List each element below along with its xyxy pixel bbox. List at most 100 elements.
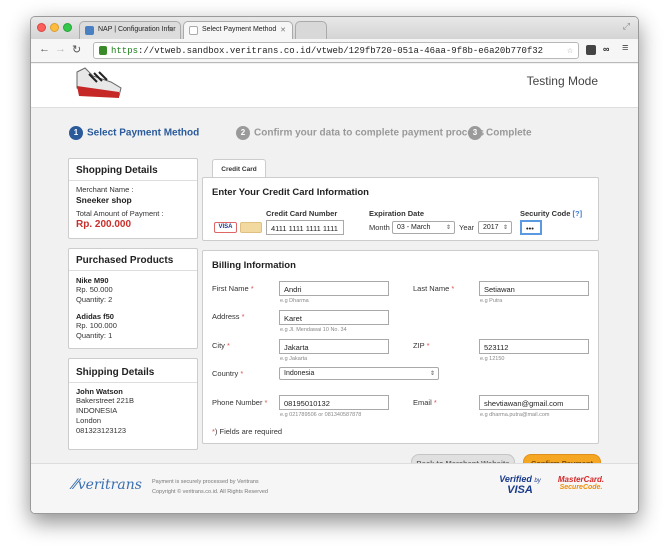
city-text: City [212, 341, 225, 350]
divider [69, 270, 197, 271]
checkout-steps: 1 Select Payment Method 2 Confirm your dat… [69, 126, 609, 144]
product-price: Rp. 50.000 [76, 285, 113, 294]
glasses-extension-icon[interactable]: ∞ [603, 44, 609, 54]
veritrans-brand-text: veritrans [77, 477, 142, 493]
purchased-products-title: Purchased Products [76, 255, 174, 266]
merchant-name-label: Merchant Name : [76, 185, 134, 194]
product-price: Rp. 100.000 [76, 321, 117, 330]
close-tab-icon[interactable]: ✕ [168, 26, 174, 34]
year-value: 2017 [483, 224, 499, 231]
menu-icon[interactable]: ≡ [622, 42, 628, 54]
close-window-button[interactable] [37, 23, 46, 32]
tab-label: Select Payment Method [202, 26, 277, 33]
last-name-hint: e.g Putra [480, 298, 503, 304]
first-name-input[interactable]: Andri [279, 281, 389, 296]
product-quantity: Quantity: 1 [76, 331, 113, 340]
back-arrow-icon[interactable]: ← [39, 43, 50, 55]
city-input[interactable]: Jakarta [279, 339, 389, 354]
shopping-details-title: Shopping Details [76, 165, 158, 176]
country-value: Indonesia [284, 370, 315, 377]
required-star: * [433, 398, 437, 407]
close-tab-icon[interactable]: ✕ [280, 26, 286, 34]
tab-nap-config[interactable]: NAP | Configuration Infor ✕ [79, 21, 181, 39]
forward-arrow-icon[interactable]: → [55, 43, 66, 55]
visa-card-icon: VISA [214, 222, 237, 233]
step-label: Complete [486, 127, 532, 139]
zoom-window-button[interactable] [63, 23, 72, 32]
last-name-text: Last Name [413, 284, 450, 293]
verified-by-visa-logo: Verified by VISA [494, 474, 546, 496]
reload-icon[interactable]: ↻ [72, 43, 81, 56]
recipient-phone: 081323123123 [76, 426, 127, 435]
divider [69, 382, 197, 383]
phone-label: Phone Number * [212, 398, 267, 407]
testing-mode-label: Testing Mode [526, 74, 598, 88]
required-star: * [264, 398, 268, 407]
zip-hint: e.g 12150 [480, 356, 505, 362]
page-header: Testing Mode [31, 64, 638, 108]
first-name-label: First Name * [212, 284, 254, 293]
required-star: * [227, 341, 230, 350]
minimize-window-button[interactable] [50, 23, 59, 32]
url-bar[interactable]: https://vtweb.sandbox.veritrans.co.id/vt… [93, 42, 579, 59]
footer-secure-text: Payment is securely processed by Veritra… [152, 479, 259, 485]
address-label: Address * [212, 312, 245, 321]
page-footer: ⁄⁄veritrans Payment is securely processe… [31, 463, 638, 513]
vbv-top-text: Verified by [499, 474, 541, 484]
zip-input[interactable]: 523112 [479, 339, 589, 354]
shoe-logo-icon [76, 67, 122, 98]
mc-bottom-text: SecureCode. [559, 484, 603, 491]
last-name-label: Last Name * [413, 284, 454, 293]
email-input[interactable]: shevtiawan@gmail.com [479, 395, 589, 410]
required-star: * [240, 369, 244, 378]
fullscreen-icon[interactable]: ⤢ [623, 21, 630, 32]
tab-bar: NAP | Configuration Infor ✕ Select Payme… [31, 17, 638, 39]
step-3: 3 Complete [468, 126, 532, 140]
address-line: London [76, 416, 102, 425]
select-arrows-icon: ⇕ [429, 371, 435, 377]
required-star: * [426, 341, 430, 350]
page-content: Testing Mode 1 Select Payment Method 2 Con… [31, 64, 638, 513]
billing-panel: Billing Information First Name * Andri e… [202, 250, 599, 444]
total-amount: Rp. 200.000 [76, 219, 132, 230]
address-input[interactable]: Karet [279, 310, 389, 325]
step-1: 1 Select Payment Method [69, 126, 199, 140]
expiration-date-label: Expiration Date [369, 209, 425, 218]
country-text: Country [212, 369, 239, 378]
globe-icon [85, 26, 94, 35]
extension-icon[interactable] [586, 45, 596, 55]
required-note-text: ) Fields are required [214, 427, 283, 436]
address-hint: e.g Jl. Mendawai 10 No. 34 [280, 327, 347, 333]
country-select[interactable]: Indonesia ⇕ [279, 367, 439, 380]
tab-credit-card[interactable]: Credit Card [212, 159, 266, 178]
mastercard-icon [240, 222, 262, 233]
merchant-name: Sneeker shop [76, 195, 132, 205]
step-number: 3 [468, 126, 482, 140]
step-number: 2 [236, 126, 250, 140]
page-icon [189, 26, 198, 35]
zip-label: ZIP * [413, 341, 430, 350]
shipping-details-panel: Shipping Details John Watson Bakerstreet… [68, 358, 198, 450]
last-name-input[interactable]: Setiawan [479, 281, 589, 296]
city-label: City * [212, 341, 230, 350]
phone-input[interactable]: 08195010132 [279, 395, 389, 410]
month-select[interactable]: 03 - March ⇕ [392, 221, 455, 234]
new-tab-button[interactable] [295, 21, 327, 39]
tab-select-payment[interactable]: Select Payment Method ✕ [183, 21, 293, 39]
city-hint: e.g Jakarta [280, 356, 308, 362]
card-number-input[interactable]: 4111 1111 1111 1111 [266, 220, 344, 235]
phone-hint: e.g 021789506 or 081340587878 [280, 412, 362, 418]
divider [69, 180, 197, 181]
security-code-help-link[interactable]: [?] [573, 209, 583, 218]
recipient-name: John Watson [76, 387, 123, 396]
security-code-input[interactable]: ••• [520, 220, 542, 235]
year-select[interactable]: 2017 ⇕ [478, 221, 512, 234]
security-code-text: Security Code [520, 209, 571, 218]
purchased-products-panel: Purchased Products Nike M90 Rp. 50.000 Q… [68, 248, 198, 349]
security-code-label: Security Code [?] [520, 209, 582, 218]
first-name-text: First Name [212, 284, 249, 293]
lock-icon [99, 46, 107, 55]
bookmark-star-icon[interactable]: ☆ [567, 45, 573, 57]
email-text: Email [413, 398, 432, 407]
mc-top-text: MasterCard. [557, 475, 605, 484]
